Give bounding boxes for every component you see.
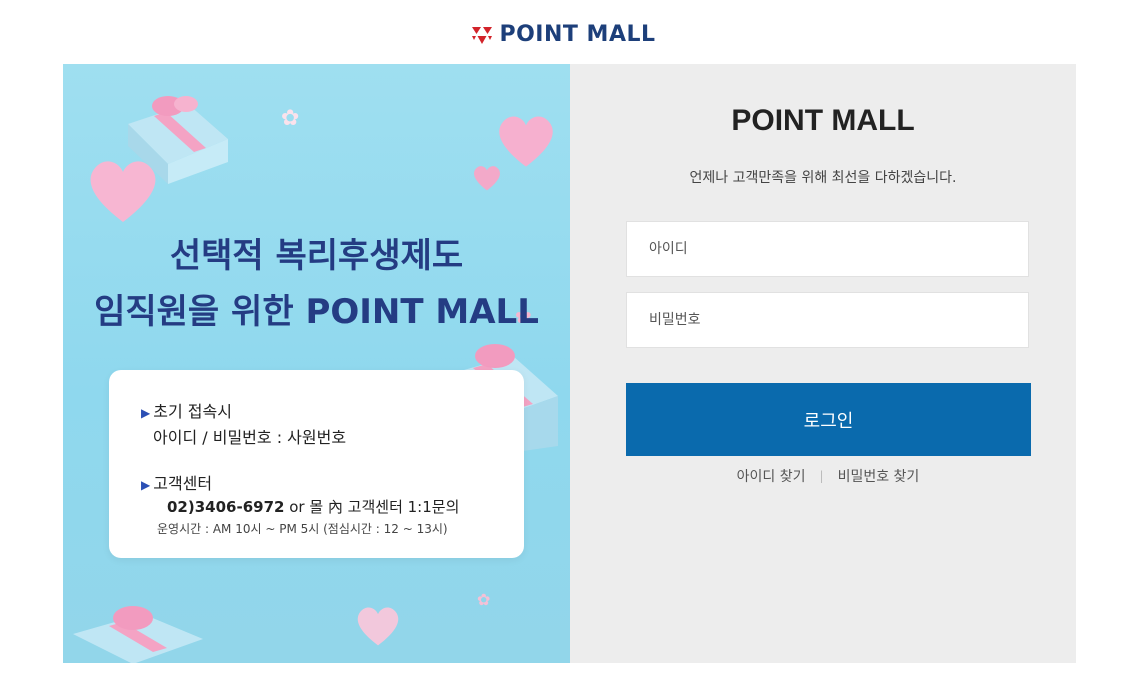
find-account-links: 아이디 찾기 | 비밀번호 찾기 bbox=[570, 466, 1086, 486]
info-card: ▶ 초기 접속시 아이디 / 비밀번호 : 사원번호 ▶ 고객센터 02)3406-… bbox=[109, 370, 524, 558]
heart-icon bbox=[90, 161, 156, 222]
find-password-link[interactable]: 비밀번호 찾기 bbox=[838, 466, 920, 486]
support-heading: ▶ 고객센터 bbox=[141, 474, 213, 493]
support-or: or 몰 內 고객센터 1:1문의 bbox=[284, 498, 460, 516]
flower-icon: ✿ bbox=[477, 590, 491, 609]
support-phone: 02)3406-6972 bbox=[167, 498, 285, 516]
gift-box-icon bbox=[73, 606, 203, 663]
logo-text: POINT MALL bbox=[499, 22, 656, 47]
heart-icon bbox=[499, 116, 553, 167]
banner-title: 선택적 복리후생제도 임직원을 위한 POINT MALL bbox=[63, 228, 570, 340]
link-separator: | bbox=[819, 469, 824, 483]
support-hours: 운영시간 : AM 10시 ~ PM 5시 (점심시간 : 12 ~ 13시) bbox=[157, 522, 448, 536]
banner-title-line2: 임직원을 위한 POINT MALL bbox=[94, 292, 539, 332]
site-logo[interactable]: POINT MALL bbox=[0, 22, 1127, 47]
flower-icon: ✿ bbox=[281, 106, 300, 131]
login-panel: POINT MALL 언제나 고객만족을 위해 최선을 다하겠습니다. 로그인 … bbox=[570, 64, 1076, 663]
banner-title-line1: 선택적 복리후생제도 bbox=[169, 236, 464, 276]
logo-mark-icon bbox=[472, 26, 493, 44]
login-button[interactable]: 로그인 bbox=[626, 383, 1031, 456]
id-input[interactable] bbox=[626, 221, 1029, 277]
login-subtitle: 언제나 고객만족을 위해 최선을 다하겠습니다. bbox=[689, 170, 957, 186]
heart-icon bbox=[357, 607, 399, 646]
support-contact: 02)3406-6972 or 몰 內 고객센터 1:1문의 bbox=[167, 496, 459, 517]
initial-access-text: 아이디 / 비밀번호 : 사원번호 bbox=[153, 428, 347, 447]
promo-banner: ✿ ✿ ✿ 선택적 복리후생제도 임직원을 위한 POINT MALL ▶ 초기 … bbox=[63, 64, 570, 663]
login-title: POINT MALL bbox=[731, 104, 915, 137]
password-input[interactable] bbox=[626, 292, 1029, 348]
find-id-link[interactable]: 아이디 찾기 bbox=[737, 466, 806, 486]
triangle-bullet-icon: ▶ bbox=[141, 478, 151, 492]
initial-access-heading: ▶ 초기 접속시 bbox=[141, 402, 232, 421]
heart-icon bbox=[474, 166, 500, 191]
triangle-bullet-icon: ▶ bbox=[141, 406, 151, 420]
